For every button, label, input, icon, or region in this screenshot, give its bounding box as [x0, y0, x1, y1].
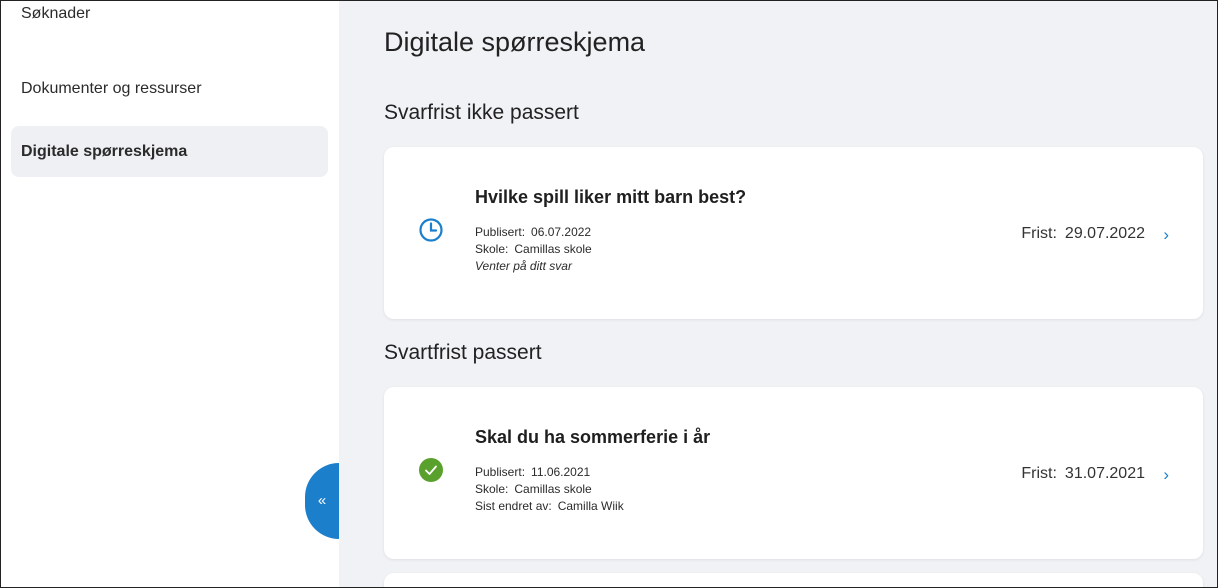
published-row: Publisert: 11.06.2021: [475, 465, 590, 479]
school-row: Skole: Camillas skole: [475, 242, 592, 256]
deadline-label: Frist:: [1021, 465, 1057, 482]
double-chevron-left-icon: «: [317, 492, 327, 509]
school-value: Camillas skole: [514, 482, 592, 496]
last-changed-row: Sist endret av: Camilla Wiik: [475, 499, 624, 513]
published-value: 11.06.2021: [531, 465, 591, 479]
sidebar-item-soknader[interactable]: Søknader: [11, 1, 328, 40]
last-changed-label: Sist endret av:: [475, 499, 552, 513]
app-frame: Søknader Dokumenter og ressurser Digital…: [0, 0, 1218, 588]
published-label: Publisert:: [475, 225, 526, 239]
deadline-label: Frist:: [1021, 225, 1057, 242]
published-label: Publisert:: [475, 465, 526, 479]
clock-icon: [419, 218, 443, 242]
sidebar-item-label: Søknader: [21, 5, 91, 22]
sidebar-item-dokumenter[interactable]: Dokumenter og ressurser: [11, 63, 328, 114]
chevron-right-icon[interactable]: ›: [1163, 465, 1169, 485]
chevron-right-icon[interactable]: ›: [1163, 225, 1169, 245]
check-circle-icon: [419, 458, 443, 482]
questionnaire-title: Hvilke spill liker mitt barn best?: [475, 187, 747, 207]
sidebar-item-label: Dokumenter og ressurser: [21, 80, 202, 97]
main-content: Digitale spørreskjema Svarfrist ikke pas…: [339, 1, 1217, 587]
sidebar-item-label: Digitale spørreskjema: [21, 143, 188, 160]
status-text: Venter på ditt svar: [475, 259, 572, 273]
page-title: Digitale spørreskjema: [384, 27, 646, 57]
questionnaire-card[interactable]: Hvilke spill liker mitt barn best? Publi…: [384, 147, 1203, 319]
sidebar-item-digitale-sporreskjema[interactable]: Digitale spørreskjema: [11, 126, 328, 177]
sidebar: Søknader Dokumenter og ressurser Digital…: [1, 1, 339, 587]
questionnaire-card-partial[interactable]: [384, 573, 1203, 587]
school-row: Skole: Camillas skole: [475, 482, 592, 496]
questionnaire-title: Skal du ha sommerferie i år: [475, 427, 711, 447]
section-title-passed: Svartfrist passert: [384, 341, 542, 364]
section-title-open: Svarfrist ikke passert: [384, 101, 579, 124]
school-label: Skole:: [475, 242, 509, 256]
published-row: Publisert: 06.07.2022: [475, 225, 591, 239]
published-value: 06.07.2022: [531, 225, 592, 239]
deadline: Frist: 29.07.2022: [1021, 225, 1145, 243]
school-label: Skole:: [475, 482, 509, 496]
deadline-value: 29.07.2022: [1064, 225, 1145, 242]
deadline: Frist: 31.07.2021: [1021, 465, 1145, 483]
questionnaire-card[interactable]: Skal du ha sommerferie i år Publisert: 11…: [384, 387, 1203, 559]
school-value: Camillas skole: [514, 242, 592, 256]
collapse-sidebar-button[interactable]: «: [305, 463, 339, 539]
deadline-value: 31.07.2021: [1064, 465, 1145, 482]
last-changed-value: Camilla Wiik: [557, 499, 624, 513]
